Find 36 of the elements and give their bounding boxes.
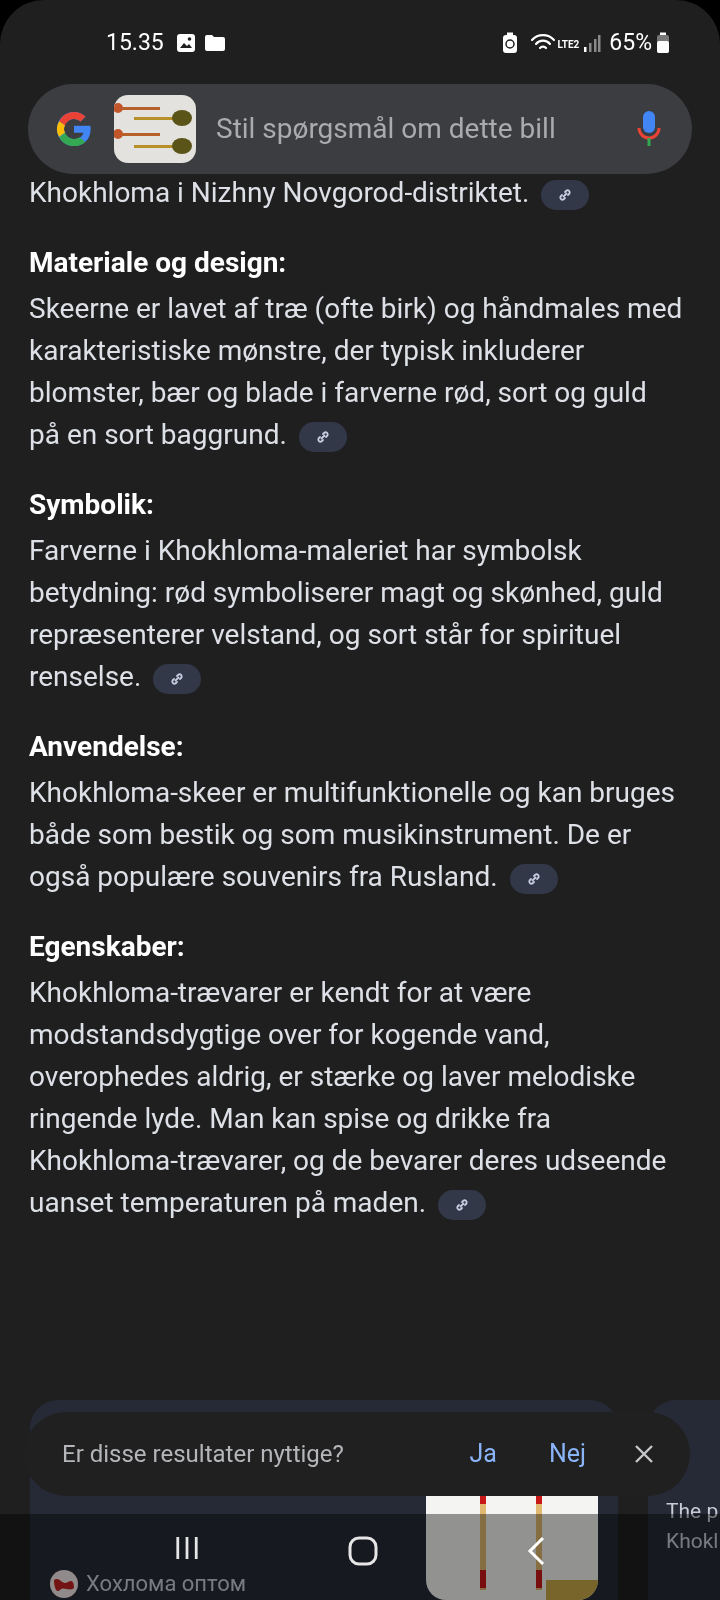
network-label: LTE2 [557, 40, 580, 50]
back-icon[interactable] [526, 1536, 546, 1566]
microphone-icon[interactable] [636, 110, 662, 148]
section-text: Khokhloma-trævarer er kendt for at være modstandsdygtige over for kogende vand, overophedes aldrig, er stærke og laver melodiske ringende lyde. Man kan spise og drikke fra Khokhloma-trævarer, og de bevarer deres udseende uanset temperaturen på maden. [29, 975, 668, 1222]
yes-button[interactable]: Ja [461, 1435, 505, 1473]
section-heading: Egenskaber: [29, 929, 186, 965]
source-link[interactable] [541, 179, 590, 210]
section-text: Khokhloma-skeer er multifunktionelle og kan bruges både som bestik og som musikinstrument. De er også populære souvenirs fra Rusland. [29, 775, 677, 896]
battery-percent: 65% [609, 27, 652, 58]
recent-apps-icon[interactable] [174, 1536, 200, 1560]
source-link[interactable] [298, 421, 347, 452]
google-icon [54, 109, 94, 149]
close-icon[interactable] [634, 1444, 654, 1464]
section-heading: Symbolik: [29, 487, 155, 523]
card-snippet: The p Khokl [666, 1498, 720, 1555]
section-text: Farverne i Khokhloma-maleriet har symbolsk betydning: rød symboliserer magt og skønhed, guld repræsenterer velstand, og sort står for spirituel renselse. [29, 533, 664, 696]
signal-icon [583, 33, 602, 53]
no-button[interactable]: Nej [540, 1435, 594, 1473]
source-name: Хохлома оптом [86, 1571, 247, 1597]
intro-text: Khokhloma i Nizhny Novgorod-distriktet. [29, 172, 684, 214]
section-heading: Anvendelse: [29, 729, 185, 765]
battery-icon [656, 32, 670, 54]
search-field[interactable]: Stil spørgsmål om dette bill [216, 108, 616, 150]
feedback-question: Er disse resultater nyttige? [62, 1439, 344, 1470]
site-icon [50, 1570, 78, 1598]
source-link[interactable] [153, 663, 202, 694]
home-icon[interactable] [348, 1536, 378, 1566]
folder-icon [203, 34, 226, 52]
image-icon [175, 33, 196, 53]
clock: 15.35 [106, 27, 164, 58]
source-link[interactable] [509, 863, 558, 894]
battery-saver-icon [502, 32, 519, 54]
section-heading: Materiale og design: [29, 245, 288, 281]
search-bar[interactable]: Stil spørgsmål om dette bill [28, 84, 692, 174]
section-text: Skeerne er lavet af træ (ofte birk) og håndmales med karakteristiske mønstre, der typisk inkluderer blomster, bær og blade i farverne rød, sort og guld på en sort baggrund. [29, 291, 684, 454]
source-link[interactable] [438, 1189, 487, 1220]
